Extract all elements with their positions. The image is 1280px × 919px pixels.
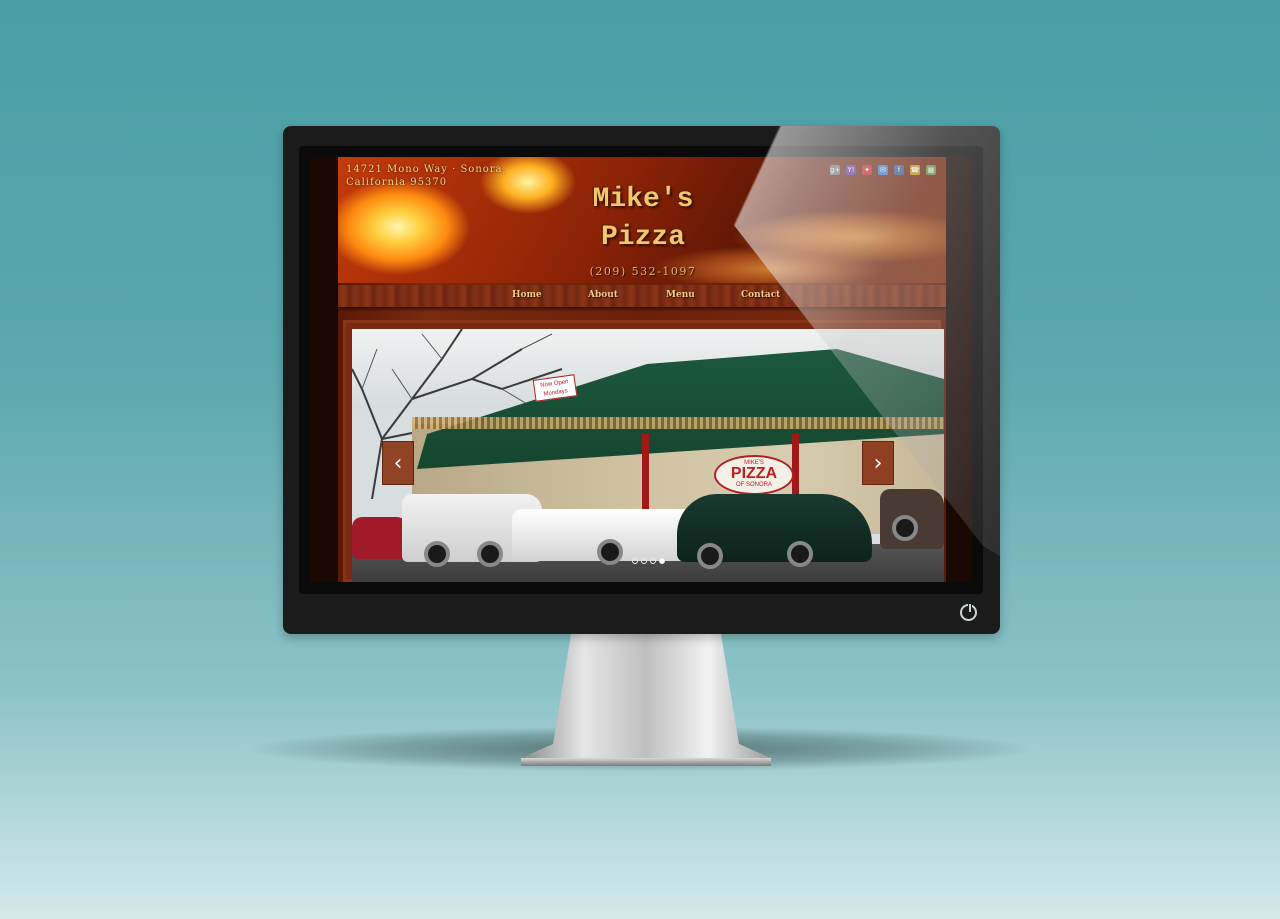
- nav-home[interactable]: Home: [512, 290, 542, 300]
- monitor-stand: [521, 634, 771, 766]
- pizza-sign-big: PIZZA: [730, 465, 778, 482]
- wheel: [424, 541, 450, 567]
- image-slider: Now Open Mondays MIKE'S PIZZA OF SONORA: [343, 320, 944, 582]
- nav-menu[interactable]: Menu: [666, 290, 695, 300]
- address-line-1: 14721 Mono Way · Sonora,: [346, 164, 507, 175]
- slider-dots: [632, 558, 665, 564]
- facebook-icon[interactable]: f: [894, 165, 904, 175]
- phone-number: (209) 532-1097: [589, 265, 697, 278]
- social-icons: g+ Y! ✦ ✉ f ☎ ▦: [830, 165, 936, 175]
- nav-about[interactable]: About: [588, 290, 618, 300]
- email-icon[interactable]: ✉: [878, 165, 888, 175]
- site-title[interactable]: Mike's Pizza: [563, 181, 723, 257]
- site-title-line-1: Mike's: [592, 184, 694, 215]
- slide-photo-storefront: Now Open Mondays MIKE'S PIZZA OF SONORA: [352, 329, 944, 582]
- main-nav: Home About Menu Contact: [338, 285, 946, 307]
- website: 14721 Mono Way · Sonora, California 9537…: [338, 157, 946, 582]
- monitor-screen: 14721 Mono Way · Sonora, California 9537…: [310, 157, 972, 582]
- monitor-stand-base: [521, 758, 771, 766]
- wheel: [597, 539, 623, 565]
- power-icon[interactable]: [960, 603, 977, 621]
- wheel: [477, 541, 503, 567]
- nav-contact[interactable]: Contact: [741, 290, 780, 300]
- slider-dot-1[interactable]: [632, 558, 638, 564]
- wheel: [697, 543, 723, 569]
- slider-dot-3[interactable]: [650, 558, 656, 564]
- yahoo-icon[interactable]: Y!: [846, 165, 856, 175]
- address-line-2: California 95370: [346, 177, 448, 188]
- map-icon[interactable]: ▦: [926, 165, 936, 175]
- site-header: 14721 Mono Way · Sonora, California 9537…: [338, 157, 946, 283]
- slider-next-button[interactable]: ›: [862, 441, 894, 485]
- pillar: [642, 434, 649, 509]
- phone-icon[interactable]: ☎: [910, 165, 920, 175]
- site-title-line-2: Pizza: [600, 222, 685, 253]
- address: 14721 Mono Way · Sonora, California 9537…: [346, 163, 516, 189]
- wheel: [892, 515, 918, 541]
- roof-fringe: [412, 417, 944, 429]
- pizza-sign: MIKE'S PIZZA OF SONORA: [714, 455, 794, 495]
- wheel: [787, 541, 813, 567]
- yelp-icon[interactable]: ✦: [862, 165, 872, 175]
- slider-dot-2[interactable]: [641, 558, 647, 564]
- slider-dot-4[interactable]: [659, 558, 665, 564]
- monitor: 14721 Mono Way · Sonora, California 9537…: [283, 126, 1000, 634]
- google-plus-icon[interactable]: g+: [830, 165, 840, 175]
- slider-prev-button[interactable]: ‹: [382, 441, 414, 485]
- pizza-sign-sub: OF SONORA: [735, 482, 772, 488]
